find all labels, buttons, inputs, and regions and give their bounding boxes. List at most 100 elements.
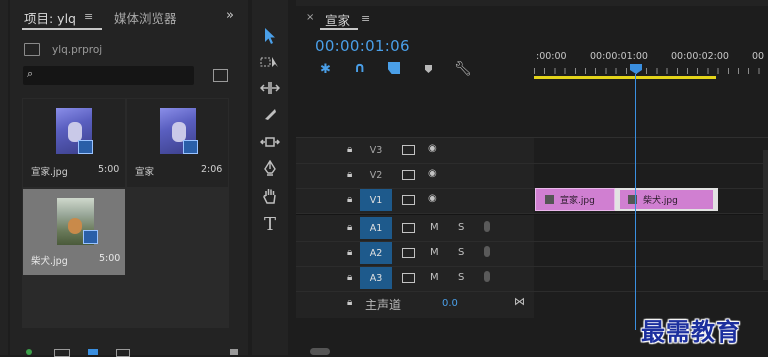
keyframe-navigator-icon[interactable]: ⋈ — [514, 295, 525, 308]
clip-name: 柴犬.jpg — [643, 196, 678, 206]
watermark: 最需教育 — [641, 317, 741, 346]
eye-icon[interactable]: ◉ — [428, 143, 437, 154]
timecode-display[interactable]: 00:00:01:06 — [315, 37, 410, 55]
track-label[interactable]: A3 — [360, 267, 392, 289]
lock-icon[interactable]: 🔒︎ — [347, 222, 352, 233]
solo-button[interactable]: S — [458, 222, 464, 233]
search-icon: ⌕ — [27, 67, 34, 80]
item-name: 宣家 — [135, 167, 155, 178]
master-label: 主声道 — [365, 298, 402, 312]
ruler-label: 00:00:01:00 — [590, 51, 648, 62]
clip-thumbnail-icon — [545, 195, 554, 204]
sequence-badge-icon — [83, 230, 98, 244]
ripple-edit-tool-icon[interactable] — [252, 76, 288, 100]
lock-icon[interactable]: 🔒︎ — [347, 272, 352, 283]
sync-lock-icon[interactable] — [402, 248, 415, 258]
hand-tool-icon[interactable] — [252, 184, 288, 208]
lock-icon[interactable]: 🔒︎ — [347, 144, 352, 155]
vertical-scrollbar[interactable] — [763, 150, 768, 280]
audio-track: 🔒︎ A1 M S — [296, 216, 768, 242]
solo-button[interactable]: S — [458, 272, 464, 283]
item-name: 宣家.jpg — [31, 167, 68, 178]
type-tool-icon[interactable]: T — [252, 212, 288, 236]
microphone-icon[interactable] — [484, 221, 490, 232]
active-tab-indicator — [22, 28, 102, 30]
mute-button[interactable]: M — [430, 222, 439, 233]
panel-menu-icon[interactable]: ≡ — [84, 10, 93, 23]
snap-magnet-icon[interactable]: ∩ — [354, 60, 365, 76]
playhead-line[interactable] — [635, 74, 636, 355]
horizontal-scrollbar[interactable] — [310, 348, 330, 355]
razor-tool-icon[interactable] — [252, 102, 288, 126]
slip-tool-icon[interactable] — [252, 130, 288, 154]
list-item[interactable]: 宣家.jpg 5:00 — [23, 99, 125, 187]
pen-tool-icon[interactable] — [252, 157, 288, 181]
sync-lock-icon[interactable] — [402, 223, 415, 233]
time-ruler[interactable]: :00:00 00:00:01:00 00:00:02:00 00 — [534, 38, 768, 80]
project-panel: 项目: ylq ≡ 媒体浏览器 » ylq.prproj ⌕ 宣家.jpg 5:… — [10, 0, 248, 357]
track-select-tool-icon[interactable] — [252, 50, 288, 74]
sequence-badge-icon — [183, 140, 198, 154]
ruler-label: 00 — [752, 51, 765, 62]
video-track: 🔒︎ V2 ◉ — [296, 163, 768, 189]
nest-snap-icon[interactable]: ✱ — [320, 62, 331, 77]
lock-icon[interactable]: 🔒︎ — [347, 194, 352, 205]
project-file-icon — [24, 43, 40, 56]
icon-view-icon[interactable] — [88, 349, 98, 355]
ruler-label: 00:00:02:00 — [671, 51, 729, 62]
clip[interactable]: 宣家.jpg — [535, 188, 615, 211]
selection-tool-icon[interactable] — [252, 24, 288, 48]
freeform-view-icon[interactable] — [116, 349, 130, 357]
solo-button[interactable]: S — [458, 247, 464, 258]
microphone-icon[interactable] — [484, 271, 490, 282]
lock-icon[interactable]: 🔒︎ — [347, 297, 352, 308]
add-marker-icon[interactable] — [425, 65, 432, 73]
ruler-label: :00:00 — [536, 51, 567, 62]
clip-name: 宣家.jpg — [560, 196, 595, 206]
panel-menu-icon[interactable]: ≡ — [361, 12, 370, 25]
overflow-chevron-icon[interactable]: » — [226, 8, 234, 23]
video-track: 🔒︎ V3 ◉ — [296, 138, 768, 164]
linked-selection-icon[interactable] — [388, 62, 400, 74]
sequence-tab[interactable]: 宣家 — [325, 10, 350, 29]
microphone-icon[interactable] — [484, 246, 490, 257]
audio-track: 🔒︎ A3 M S — [296, 266, 768, 292]
eye-icon[interactable]: ◉ — [428, 168, 437, 179]
active-tab-indicator — [320, 28, 358, 30]
sync-lock-icon[interactable] — [402, 195, 415, 205]
audio-track: 🔒︎ A2 M S — [296, 241, 768, 267]
tab-media-browser[interactable]: 媒体浏览器 — [114, 8, 177, 27]
project-filename: ylq.prproj — [52, 44, 103, 56]
item-duration: 5:00 — [99, 253, 121, 264]
timeline-panel: × 宣家 ≡ 00:00:01:06 ✱ ∩ 🔧︎ :00:00 00:00:0… — [296, 0, 768, 355]
eye-icon[interactable]: ◉ — [428, 193, 437, 204]
sync-lock-icon[interactable] — [402, 170, 415, 180]
list-view-icon[interactable] — [54, 349, 70, 357]
track-label[interactable]: A1 — [360, 217, 392, 239]
sync-lock-icon[interactable] — [402, 273, 415, 283]
lock-icon[interactable]: 🔒︎ — [347, 247, 352, 258]
sequence-badge-icon — [78, 140, 93, 154]
lock-icon[interactable]: 🔒︎ — [347, 169, 352, 180]
tab-project[interactable]: 项目: ylq — [24, 8, 76, 27]
list-item[interactable]: 宣家 2:06 — [127, 99, 228, 187]
track-label[interactable]: V3 — [360, 139, 392, 161]
track-label[interactable]: A2 — [360, 242, 392, 264]
mute-button[interactable]: M — [430, 272, 439, 283]
mute-button[interactable]: M — [430, 247, 439, 258]
item-duration: 5:00 — [98, 164, 120, 175]
work-area-bar[interactable] — [534, 76, 716, 79]
track-label[interactable]: V2 — [360, 164, 392, 186]
clip[interactable]: 柴犬.jpg — [620, 190, 713, 209]
track-label[interactable]: V1 — [360, 189, 392, 211]
item-name: 柴犬.jpg — [31, 256, 68, 267]
find-icon[interactable] — [213, 69, 228, 82]
sync-lock-icon[interactable] — [402, 145, 415, 155]
new-item-icon[interactable] — [230, 349, 238, 355]
master-volume-value[interactable]: 0.0 — [442, 298, 458, 309]
settings-wrench-icon[interactable]: 🔧︎ — [454, 61, 472, 77]
close-icon[interactable]: × — [306, 12, 314, 23]
list-item[interactable]: 柴犬.jpg 5:00 — [23, 189, 125, 275]
search-input[interactable]: ⌕ — [23, 66, 194, 85]
lock-icon[interactable] — [26, 349, 32, 355]
